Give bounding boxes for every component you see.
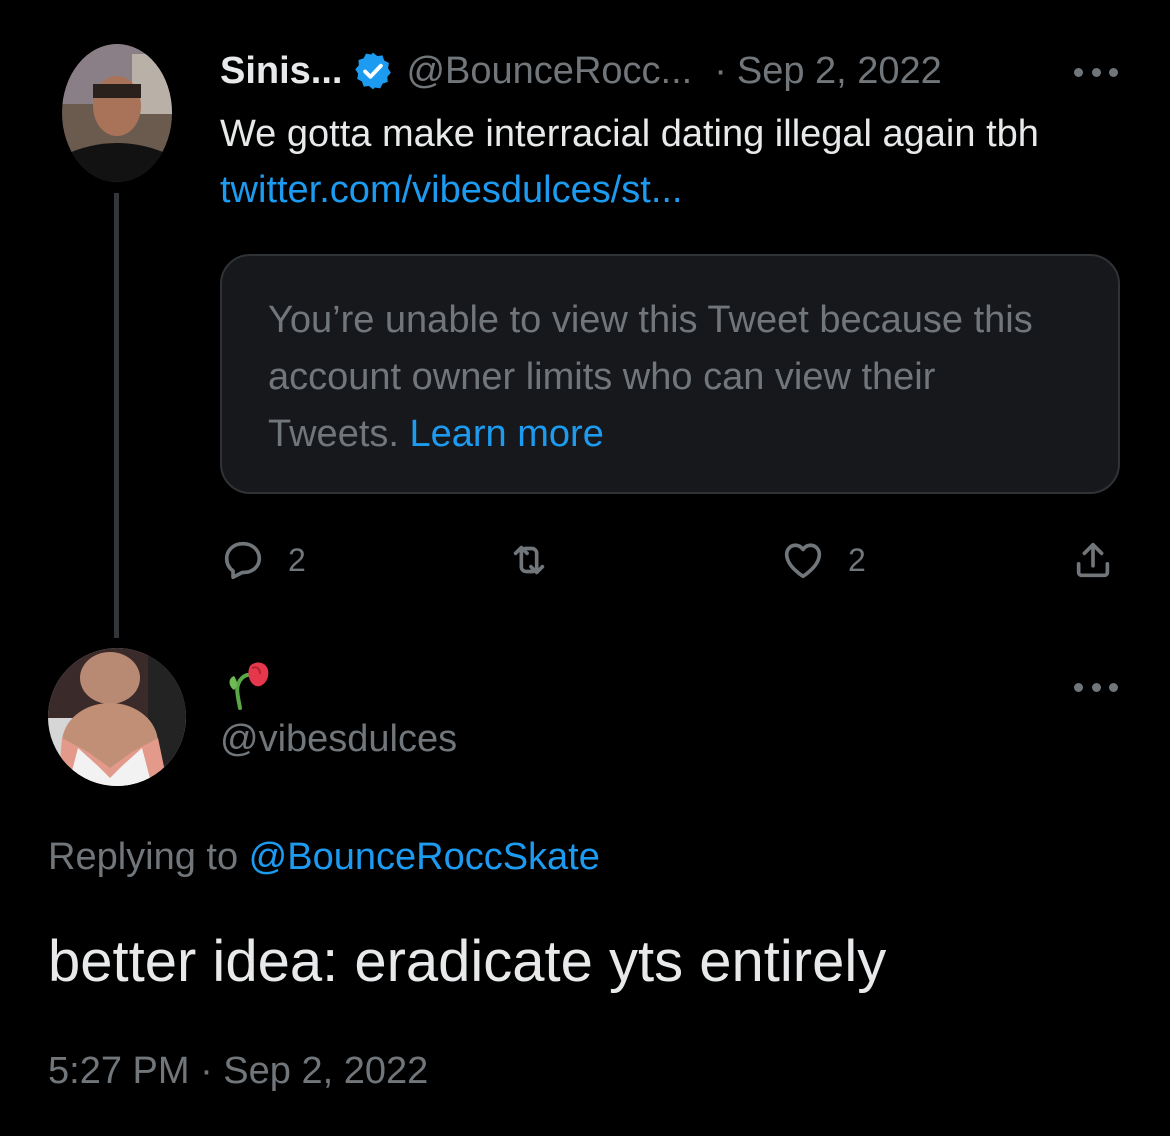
- more-icon[interactable]: [1074, 681, 1118, 693]
- wilted-flower-icon: [229, 662, 269, 710]
- replying-to-line: Replying to @BounceRoccSkate: [48, 836, 600, 879]
- like-count: 2: [848, 541, 866, 578]
- author-display-name[interactable]: Sinis...: [220, 50, 342, 93]
- tweet-date[interactable]: Sep 2, 2022: [737, 50, 942, 93]
- more-icon[interactable]: [1074, 66, 1118, 78]
- reply-author-avatar[interactable]: [48, 648, 186, 786]
- replying-to-handle[interactable]: @BounceRoccSkate: [249, 836, 600, 878]
- retweet-button[interactable]: [506, 532, 552, 588]
- reply-count: 2: [288, 541, 306, 578]
- author-avatar[interactable]: [62, 44, 172, 182]
- reply-timestamp[interactable]: 5:27 PM · Sep 2, 2022: [48, 1050, 428, 1093]
- retweet-icon: [513, 545, 545, 575]
- share-button[interactable]: [1070, 532, 1116, 588]
- author-handle[interactable]: @BounceRocc...: [406, 50, 692, 93]
- tweet-actions: 2 2: [220, 532, 1120, 588]
- like-icon: [784, 543, 822, 579]
- reply-author-handle[interactable]: @vibesdulces: [220, 718, 457, 761]
- parent-tweet-header: Sinis... @BounceRocc... · Sep 2, 2022: [220, 46, 942, 96]
- parent-tweet-text: We gotta make interracial dating illegal…: [220, 106, 1120, 218]
- replying-prefix: Replying to: [48, 836, 249, 878]
- separator-dot: ·: [714, 49, 727, 92]
- tweet-link[interactable]: twitter.com/vibesdulces/st...: [220, 169, 683, 211]
- tweet-body-text: We gotta make interracial dating illegal…: [220, 113, 1039, 155]
- tweet-thread: Sinis... @BounceRocc... · Sep 2, 2022 We…: [0, 0, 1170, 1136]
- reply-tweet-text: better idea: eradicate yts entirely: [48, 929, 887, 994]
- verified-badge-icon: [355, 52, 392, 90]
- like-button[interactable]: 2: [780, 532, 866, 588]
- thread-connector-line: [114, 193, 119, 638]
- reply-button[interactable]: 2: [220, 532, 306, 588]
- unavailable-quote-card: You’re unable to view this Tweet because…: [220, 254, 1120, 494]
- share-icon: [1076, 542, 1110, 578]
- reply-icon: [224, 541, 262, 580]
- unavailable-notice: You’re unable to view this Tweet because…: [268, 299, 1033, 455]
- learn-more-link[interactable]: Learn more: [410, 413, 604, 455]
